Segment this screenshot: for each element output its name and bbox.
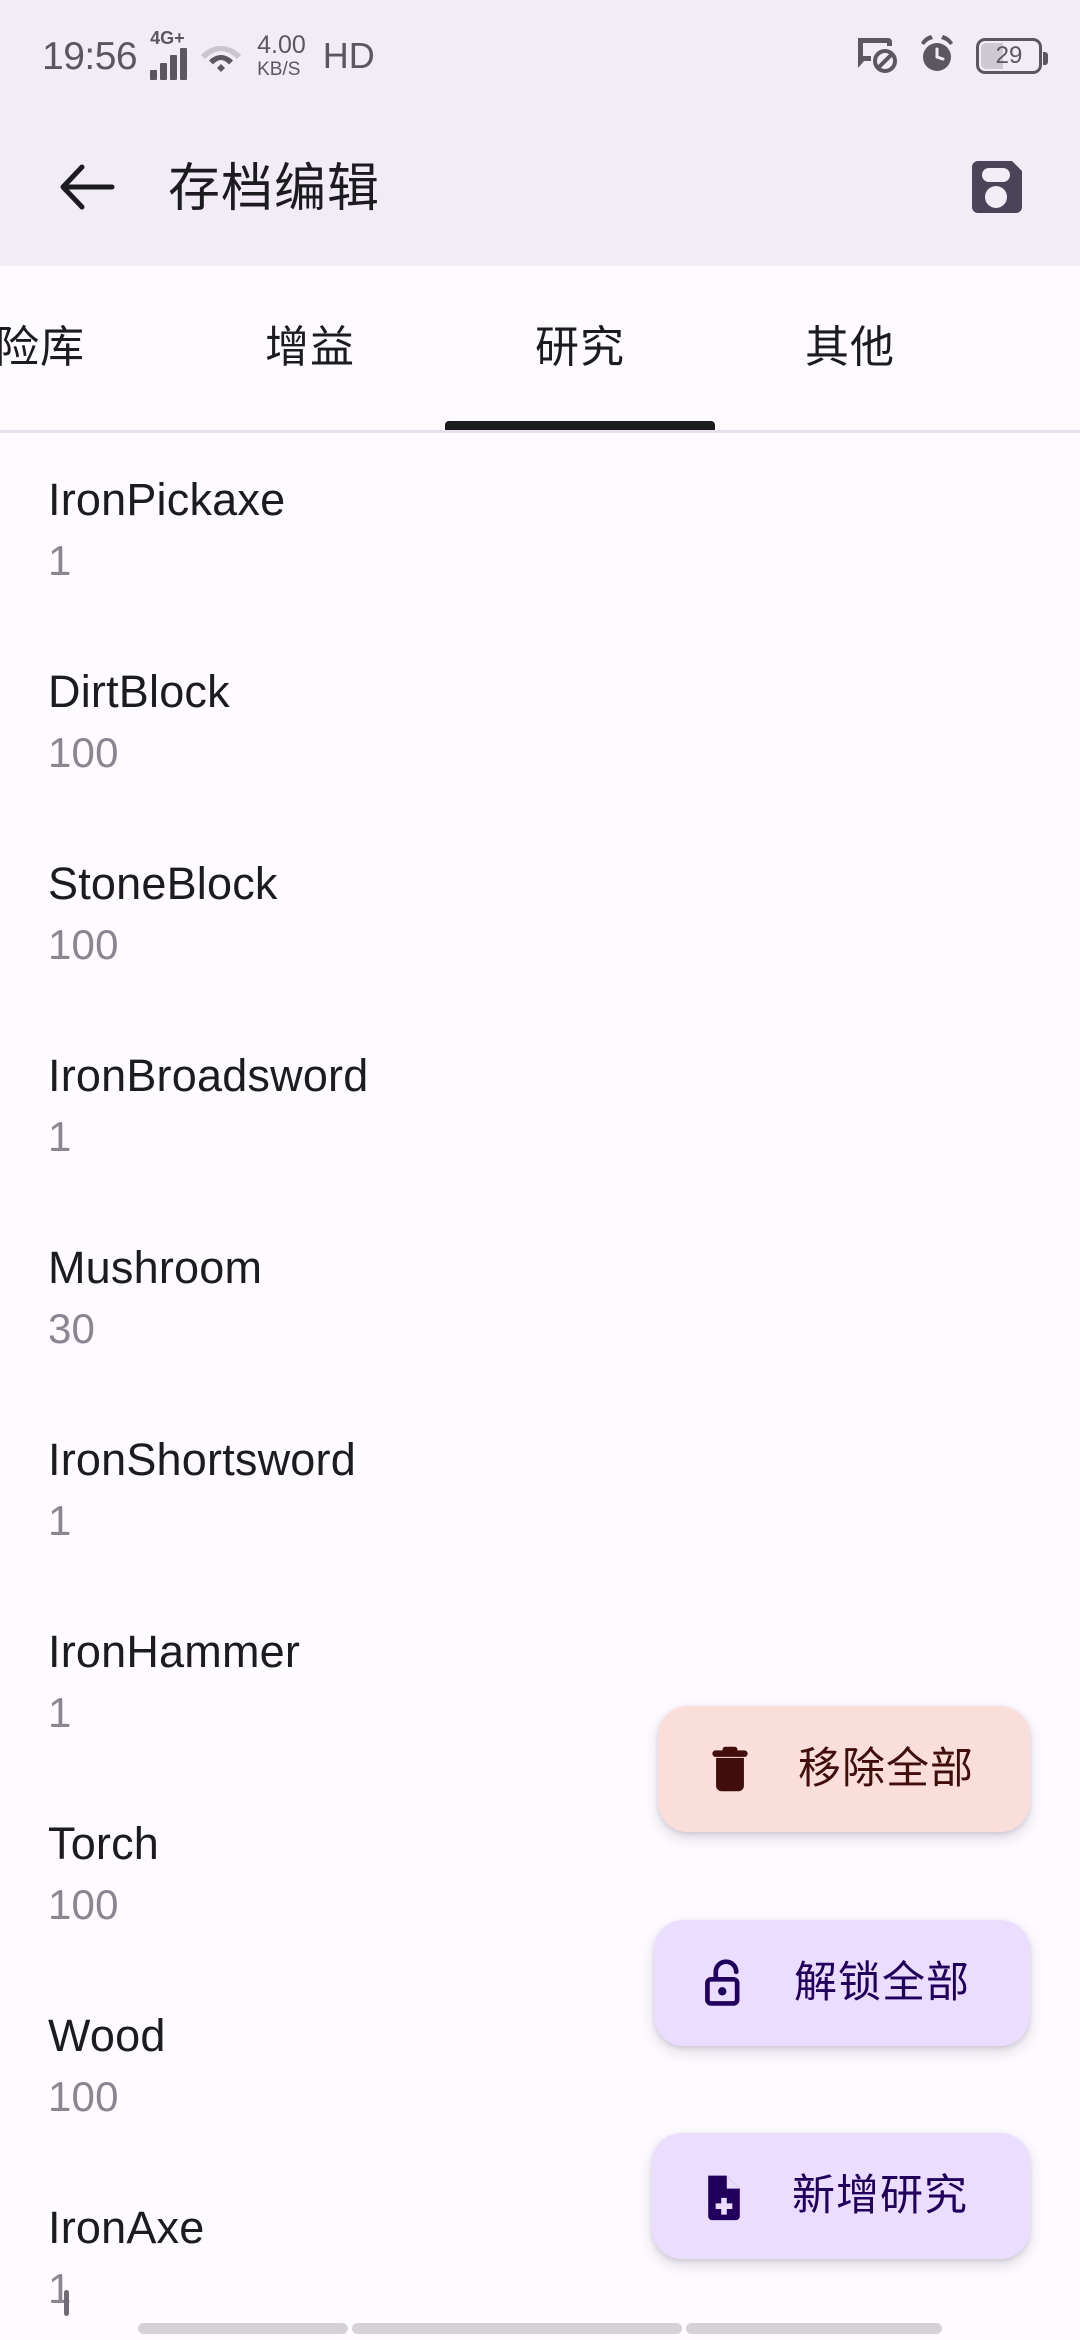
- unlock-icon: [698, 1955, 754, 2011]
- remove-all-button[interactable]: 移除全部: [658, 1706, 1030, 1832]
- tab-bar: 险库 增益 研究 其他: [0, 266, 1080, 433]
- scroll-indicator[interactable]: [64, 2290, 69, 2316]
- item-value: 1: [48, 1497, 72, 1545]
- tab-other[interactable]: 其他: [715, 266, 985, 430]
- item-value: 1: [48, 537, 72, 585]
- status-clock: 19:56: [42, 34, 138, 78]
- item-value: 30: [48, 1305, 96, 1353]
- tab-strip[interactable]: 险库 增益 研究 其他: [0, 266, 985, 430]
- signal-bar-2: [160, 63, 168, 80]
- item-name: Mushroom: [48, 1242, 263, 1293]
- page-title: 存档编辑: [168, 160, 381, 218]
- signal-bars-icon: 4G+: [150, 28, 188, 80]
- status-bar-left: 19:56 4G+ 4.00 KB/S HD: [42, 28, 375, 80]
- back-button[interactable]: [52, 153, 124, 225]
- tab-vault[interactable]: 险库: [0, 266, 175, 430]
- item-value: 100: [48, 2073, 119, 2121]
- tab-label: 增益: [265, 323, 355, 372]
- item-name: IronBroadsword: [48, 1050, 369, 1101]
- arrow-left-icon: [56, 155, 120, 224]
- nav-pill-home[interactable]: [352, 2323, 682, 2334]
- research-list[interactable]: IronPickaxe 1 DirtBlock 100 StoneBlock 1…: [0, 433, 1080, 2340]
- status-bar: 19:56 4G+ 4.00 KB/S HD 29: [0, 0, 1080, 112]
- tab-label: 其他: [805, 323, 895, 372]
- nav-pill-recents[interactable]: [686, 2323, 942, 2334]
- item-value: 1: [48, 2265, 72, 2313]
- item-value: 100: [48, 921, 119, 969]
- tab-active-indicator: [445, 421, 715, 430]
- fab-label: 新增研究: [792, 2171, 968, 2220]
- floppy-disk-save-icon: [964, 155, 1028, 224]
- item-name: DirtBlock: [48, 666, 230, 717]
- item-value: 1: [48, 1113, 72, 1161]
- file-plus-icon: [696, 2168, 752, 2224]
- list-item[interactable]: IronBroadsword 1: [0, 1009, 1080, 1201]
- list-item[interactable]: IronPickaxe 1: [0, 433, 1080, 625]
- network-speed-value: 4.00: [257, 31, 306, 59]
- list-item[interactable]: DirtBlock 100: [0, 625, 1080, 817]
- network-speed-unit: KB/S: [257, 59, 301, 80]
- signal-bar-4: [180, 48, 188, 80]
- list-item[interactable]: IronShortsword 1: [0, 1393, 1080, 1585]
- battery-percent: 29: [995, 42, 1023, 69]
- add-research-button[interactable]: 新增研究: [652, 2133, 1030, 2259]
- fab-label: 解锁全部: [794, 1958, 970, 2007]
- status-bar-right: 29: [854, 33, 1048, 80]
- fab-label: 移除全部: [798, 1744, 974, 1793]
- network-type-label: 4G+: [150, 28, 185, 48]
- tab-label: 险库: [0, 323, 85, 372]
- list-item[interactable]: StoneBlock 100: [0, 817, 1080, 1009]
- message-off-icon: [854, 34, 898, 79]
- phone-screen: 19:56 4G+ 4.00 KB/S HD 29 存档编辑 险库 增益 研究 …: [0, 0, 1080, 2340]
- tab-label: 研究: [535, 323, 625, 372]
- battery-icon: 29: [976, 38, 1048, 74]
- signal-bar-3: [170, 55, 178, 80]
- tab-research[interactable]: 研究: [445, 266, 715, 430]
- item-name: IronHammer: [48, 1626, 301, 1677]
- save-button[interactable]: [958, 151, 1034, 227]
- nav-pill-back[interactable]: [138, 2323, 348, 2334]
- system-navigation-bar: [0, 2316, 1080, 2340]
- item-name: IronPickaxe: [48, 474, 286, 525]
- list-item[interactable]: Mushroom 30: [0, 1201, 1080, 1393]
- alarm-clock-icon: [916, 33, 958, 80]
- tab-buffs[interactable]: 增益: [175, 266, 445, 430]
- trash-icon: [702, 1741, 758, 1797]
- app-bar: 存档编辑: [0, 112, 1080, 266]
- unlock-all-button[interactable]: 解锁全部: [654, 1920, 1030, 2046]
- wifi-icon: [200, 40, 242, 72]
- network-speed: 4.00 KB/S: [257, 31, 306, 80]
- signal-bar-1: [150, 70, 158, 80]
- item-value: 100: [48, 729, 119, 777]
- item-name: IronShortsword: [48, 1434, 356, 1485]
- hd-call-label: HD: [322, 35, 375, 76]
- item-name: StoneBlock: [48, 858, 278, 909]
